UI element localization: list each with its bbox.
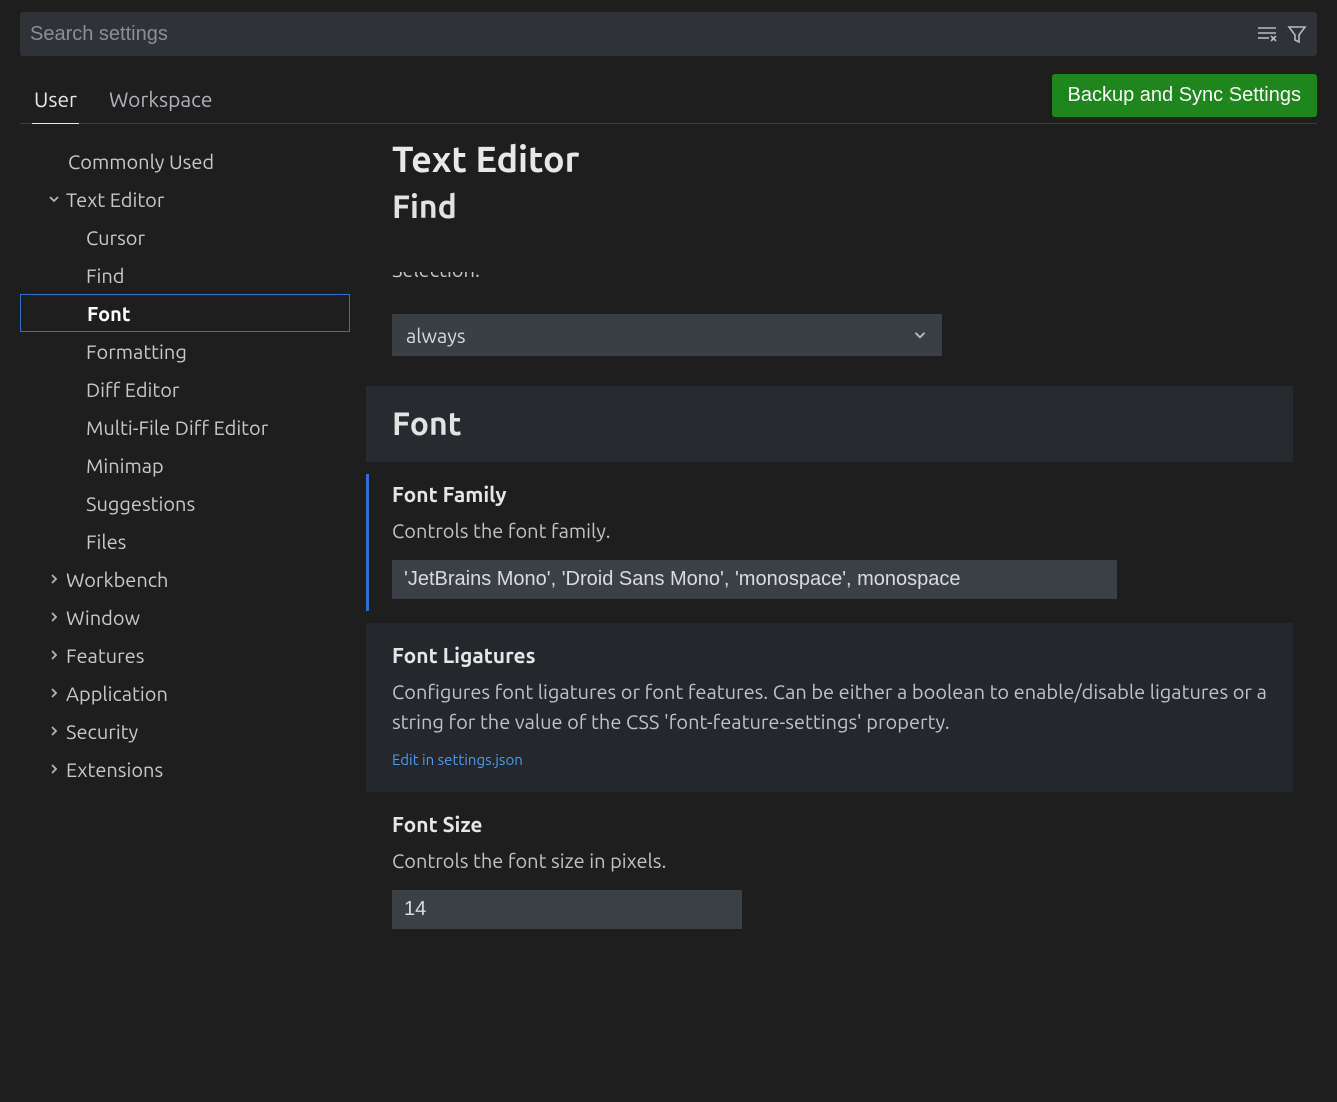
tree-item-security[interactable]: Security <box>20 712 350 750</box>
tab-user[interactable]: User <box>32 77 79 123</box>
chevron-down-icon <box>912 324 928 347</box>
tree-item-workbench[interactable]: Workbench <box>20 560 350 598</box>
tree-item-diff-editor[interactable]: Diff Editor <box>20 370 350 408</box>
chevron-right-icon <box>42 567 66 591</box>
setting-description: Controls the font family. <box>392 516 1267 546</box>
tree-item-window[interactable]: Window <box>20 598 350 636</box>
tree-item-commonly-used[interactable]: Commonly Used <box>20 142 350 180</box>
font-family-input[interactable] <box>392 560 1117 599</box>
tree-item-label: Diff Editor <box>86 378 180 401</box>
tree-item-label: Commonly Used <box>68 150 214 173</box>
setting-font-family: Font Family Controls the font family. <box>366 462 1293 623</box>
settings-tree: Commonly Used Text Editor Cursor Find Fo… <box>20 124 350 1102</box>
tree-item-label: Features <box>66 644 144 667</box>
clipped-row: Selection. <box>392 272 480 284</box>
tree-item-application[interactable]: Application <box>20 674 350 712</box>
chevron-right-icon <box>42 757 66 781</box>
backup-sync-button[interactable]: Backup and Sync Settings <box>1052 74 1317 117</box>
tree-item-label: Text Editor <box>66 188 164 211</box>
setting-description: Controls the font size in pixels. <box>392 846 1267 876</box>
tree-item-label: Formatting <box>86 340 187 363</box>
page-title: Text Editor <box>392 138 1317 179</box>
font-size-input[interactable] <box>392 890 742 929</box>
setting-title: Font Size <box>392 812 1267 836</box>
tab-workspace[interactable]: Workspace <box>107 77 214 123</box>
search-bar <box>20 12 1317 56</box>
tree-item-files[interactable]: Files <box>20 522 350 560</box>
tree-item-find[interactable]: Find <box>20 256 350 294</box>
sticky-header: Text Editor Find <box>350 124 1317 232</box>
setting-description: Configures font ligatures or font featur… <box>392 677 1267 737</box>
chevron-down-icon <box>42 187 66 211</box>
search-input[interactable] <box>30 12 1257 56</box>
settings-content: Text Editor Find Selection. always Font … <box>350 124 1317 1102</box>
tree-item-label: Window <box>66 606 140 629</box>
tree-item-label: Cursor <box>86 226 145 249</box>
tree-item-font[interactable]: Font <box>20 294 350 332</box>
modified-indicator <box>366 474 369 611</box>
tree-item-label: Workbench <box>66 568 168 591</box>
find-seed-select[interactable]: always <box>392 314 942 356</box>
edit-in-settings-link[interactable]: Edit in settings.json <box>392 751 1267 768</box>
clear-filters-icon[interactable] <box>1257 25 1277 43</box>
chevron-right-icon <box>42 681 66 705</box>
chevron-right-icon <box>42 643 66 667</box>
tree-item-text-editor[interactable]: Text Editor <box>20 180 350 218</box>
tree-item-minimap[interactable]: Minimap <box>20 446 350 484</box>
tree-item-label: Multi-File Diff Editor <box>86 416 268 439</box>
tree-item-label: Font <box>87 302 130 325</box>
tree-item-multi-file-diff[interactable]: Multi-File Diff Editor <box>20 408 350 446</box>
tree-item-suggestions[interactable]: Suggestions <box>20 484 350 522</box>
tree-item-label: Find <box>86 264 125 287</box>
filter-icon[interactable] <box>1287 24 1307 44</box>
setting-font-ligatures: Font Ligatures Configures font ligatures… <box>366 623 1293 792</box>
select-value: always <box>406 324 466 347</box>
tree-item-extensions[interactable]: Extensions <box>20 750 350 788</box>
setting-title: Font Family <box>392 482 1267 506</box>
tree-item-cursor[interactable]: Cursor <box>20 218 350 256</box>
tree-item-label: Files <box>86 530 126 553</box>
tree-item-features[interactable]: Features <box>20 636 350 674</box>
tabs-row: User Workspace Backup and Sync Settings <box>20 74 1317 124</box>
setting-font-size: Font Size Controls the font size in pixe… <box>366 792 1293 953</box>
chevron-right-icon <box>42 719 66 743</box>
tree-item-label: Extensions <box>66 758 163 781</box>
setting-title: Font Ligatures <box>392 643 1267 667</box>
tree-item-label: Suggestions <box>86 492 195 515</box>
chevron-right-icon <box>42 605 66 629</box>
section-title-font: Font <box>366 386 1293 462</box>
tree-item-label: Security <box>66 720 138 743</box>
section-title-find: Find <box>392 189 1317 225</box>
tree-item-label: Minimap <box>86 454 164 477</box>
tree-item-label: Application <box>66 682 168 705</box>
tree-item-formatting[interactable]: Formatting <box>20 332 350 370</box>
